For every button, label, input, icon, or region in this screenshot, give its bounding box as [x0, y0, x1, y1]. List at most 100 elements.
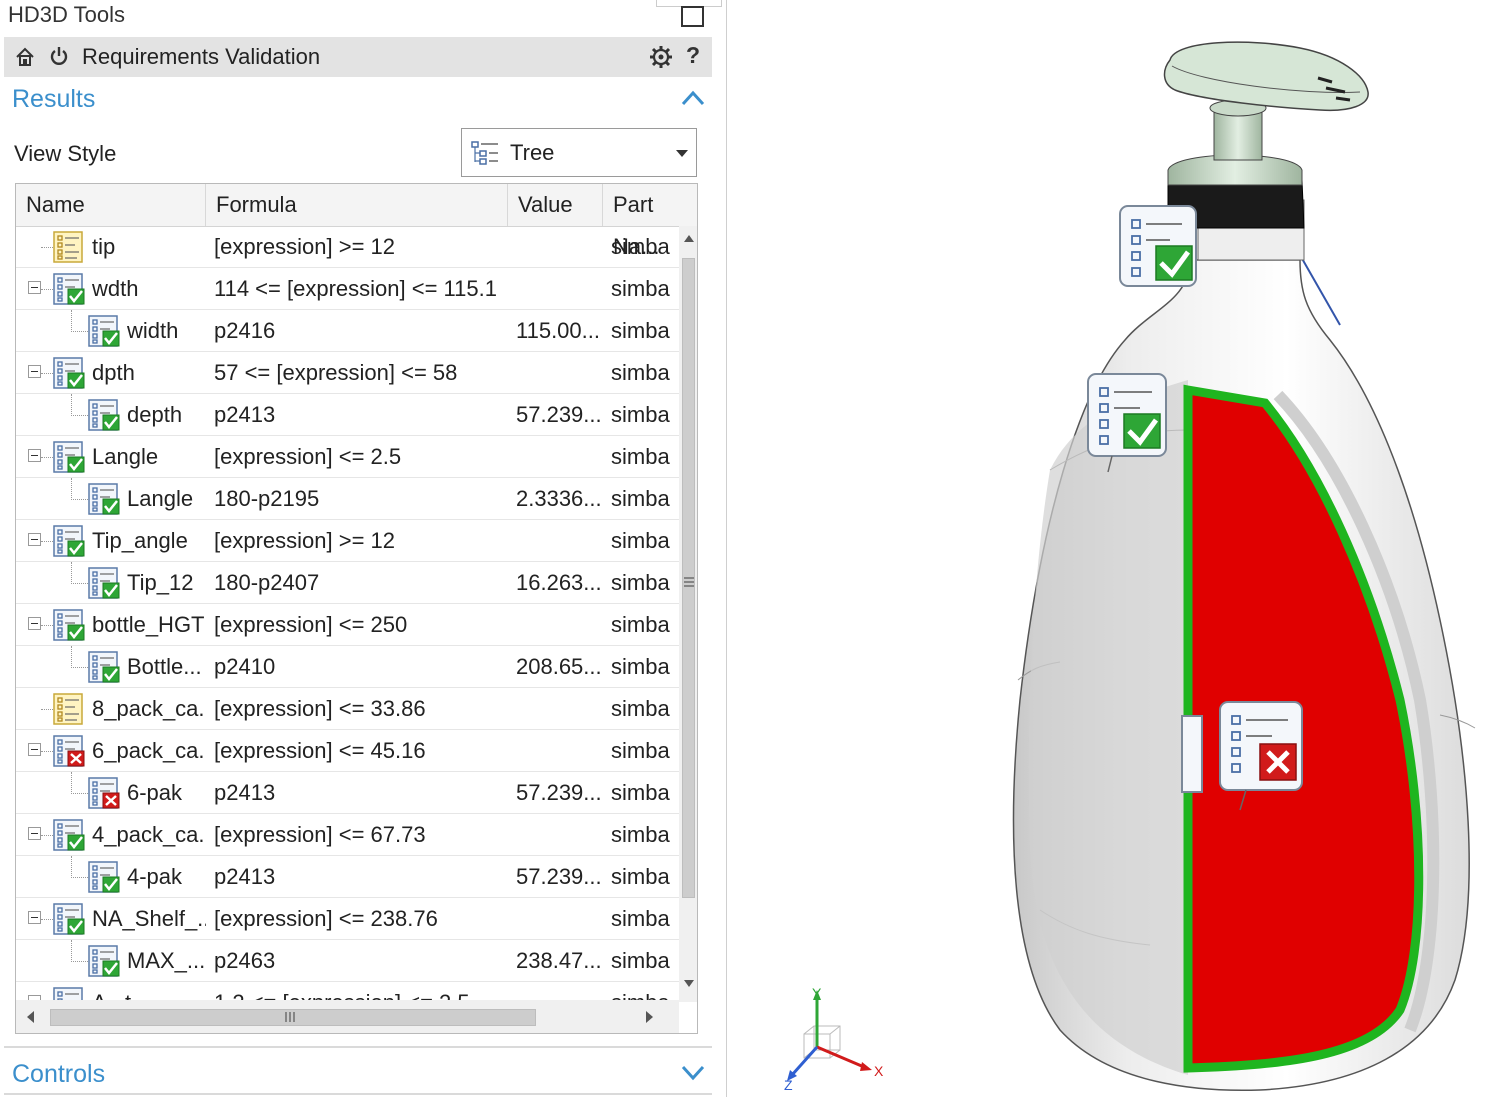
chevron-up-icon[interactable] [680, 89, 706, 107]
row-part-name: simba [611, 864, 670, 889]
horizontal-scrollbar[interactable] [16, 1000, 679, 1033]
row-formula: [expression] <= 67.73 [214, 822, 426, 847]
column-header-name[interactable]: Name [16, 184, 206, 226]
scroll-right-icon[interactable] [644, 1010, 654, 1024]
requirement-pass-icon [53, 357, 85, 389]
row-name: NA_Shelf_... [92, 906, 206, 931]
requirement-pass-icon [53, 987, 83, 1000]
scroll-left-icon[interactable] [26, 1010, 36, 1024]
table-row[interactable]: Tip_angle [expression] >= 12 simba [16, 520, 679, 562]
table-row[interactable]: 4-pak p2413 57.239... simba [16, 856, 679, 898]
collapse-toggle[interactable] [28, 617, 41, 630]
view-style-dropdown[interactable]: Tree [461, 128, 697, 177]
row-part-name: simba [611, 318, 670, 343]
collapse-toggle[interactable] [28, 281, 41, 294]
table-row[interactable]: MAX_... p2463 238.47... simba [16, 940, 679, 982]
tree-connector [41, 709, 53, 710]
window-title: HD3D Tools [8, 2, 125, 27]
row-part-name: simba [611, 570, 670, 595]
requirement-pass-icon [88, 651, 120, 683]
row-name: wdth [92, 276, 139, 301]
table-row[interactable]: Bottle... p2410 208.65... simba [16, 646, 679, 688]
table-row[interactable]: NA_Shelf_... [expression] <= 238.76 simba [16, 898, 679, 940]
view-style-label: View Style [14, 141, 117, 166]
dropdown-arrow-icon[interactable] [676, 150, 688, 157]
collapse-toggle[interactable] [28, 911, 41, 924]
column-header-value[interactable]: Value [508, 184, 603, 226]
tree-connector [71, 394, 88, 416]
section-divider [4, 1093, 712, 1095]
tree-connector [41, 751, 53, 752]
view-style-value: Tree [510, 140, 555, 165]
row-part-name: simba [611, 696, 670, 721]
table-row[interactable]: bottle_HGT [expression] <= 250 simba [16, 604, 679, 646]
row-name: 6-pak [127, 780, 183, 805]
row-formula: [expression] >= 12 [214, 528, 396, 553]
tree-connector [41, 919, 53, 920]
requirement-pass-icon [53, 609, 85, 641]
table-row[interactable]: wdth 114 <= [expression] <= 115.1 simba [16, 268, 679, 310]
graphics-viewport[interactable]: Y X Z [727, 0, 1492, 1097]
table-row[interactable]: Langle [expression] <= 2.5 simba [16, 436, 679, 478]
row-value [516, 352, 600, 394]
row-part-name: simba [611, 528, 670, 553]
collapse-toggle[interactable] [28, 827, 41, 840]
row-formula: p2416 [214, 318, 276, 343]
table-row[interactable]: tip [expression] >= 12 simba [16, 226, 679, 268]
row-part-name: simba [611, 360, 670, 385]
results-section-title[interactable]: Results [12, 85, 95, 114]
table-row[interactable]: width p2416 115.00... simba [16, 310, 679, 352]
row-formula: 180-p2195 [214, 486, 320, 511]
scroll-down-icon[interactable] [683, 978, 695, 988]
row-value [516, 520, 600, 562]
column-header-formula[interactable]: Formula [206, 184, 508, 226]
row-formula: [expression] <= 2.5 [214, 444, 402, 469]
row-value: 16.263... [516, 570, 600, 595]
row-formula: [expression] <= 33.86 [214, 696, 426, 721]
table-row[interactable]: A...t 1.2 <= [expression] <= 2.5 simba [16, 982, 679, 1000]
collapse-toggle[interactable] [28, 743, 41, 756]
y-axis-label: Y [812, 985, 822, 1001]
table-row[interactable]: 8_pack_ca... [expression] <= 33.86 simba [16, 688, 679, 730]
table-row[interactable]: Langle 180-p2195 2.3336... simba [16, 478, 679, 520]
table-row[interactable]: Tip_12 180-p2407 16.263... simba [16, 562, 679, 604]
row-name: A...t [92, 982, 206, 1000]
chevron-down-icon[interactable] [680, 1064, 706, 1082]
row-value [516, 268, 600, 310]
table-row[interactable]: 4_pack_ca... [expression] <= 67.73 simba [16, 814, 679, 856]
collapse-toggle[interactable] [28, 533, 41, 546]
row-formula: [expression] <= 45.16 [214, 738, 426, 763]
home-icon[interactable] [14, 46, 36, 68]
row-name: bottle_HGT [92, 612, 205, 637]
row-formula: p2463 [214, 948, 276, 973]
column-header-part-name[interactable]: Part Na... [603, 184, 697, 259]
collapse-toggle[interactable] [28, 365, 41, 378]
tree-connector [41, 541, 53, 542]
panel-toolbar: Requirements Validation ? [4, 37, 712, 77]
row-value [516, 814, 600, 856]
vertical-scrollbar[interactable] [679, 226, 697, 1002]
collapse-toggle[interactable] [28, 449, 41, 462]
row-value [516, 898, 600, 940]
table-row[interactable]: dpth 57 <= [expression] <= 58 simba [16, 352, 679, 394]
table-header: Name Formula Value Part Na... [16, 184, 697, 259]
power-icon[interactable] [48, 45, 70, 67]
requirement-fail-icon [88, 777, 120, 809]
help-button[interactable]: ? [686, 42, 700, 69]
gear-icon[interactable] [649, 45, 673, 69]
row-part-name: simba [611, 738, 670, 763]
row-part-name: simba [611, 234, 670, 259]
table-row[interactable]: depth p2413 57.239... simba [16, 394, 679, 436]
requirement-icon [53, 231, 83, 263]
controls-section-title[interactable]: Controls [12, 1060, 105, 1089]
maximize-icon[interactable] [681, 6, 704, 27]
row-value: 2.3336... [516, 486, 600, 511]
tree-connector [71, 310, 88, 332]
requirement-pass-badge[interactable] [1119, 205, 1197, 287]
bottle-model[interactable] [727, 0, 1492, 1097]
table-row[interactable]: 6_pack_ca... [expression] <= 45.16 simba [16, 730, 679, 772]
scroll-up-icon[interactable] [683, 234, 695, 244]
table-row[interactable]: 6-pak p2413 57.239... simba [16, 772, 679, 814]
row-name: Bottle... [127, 654, 202, 679]
pump-head[interactable] [1163, 41, 1369, 112]
